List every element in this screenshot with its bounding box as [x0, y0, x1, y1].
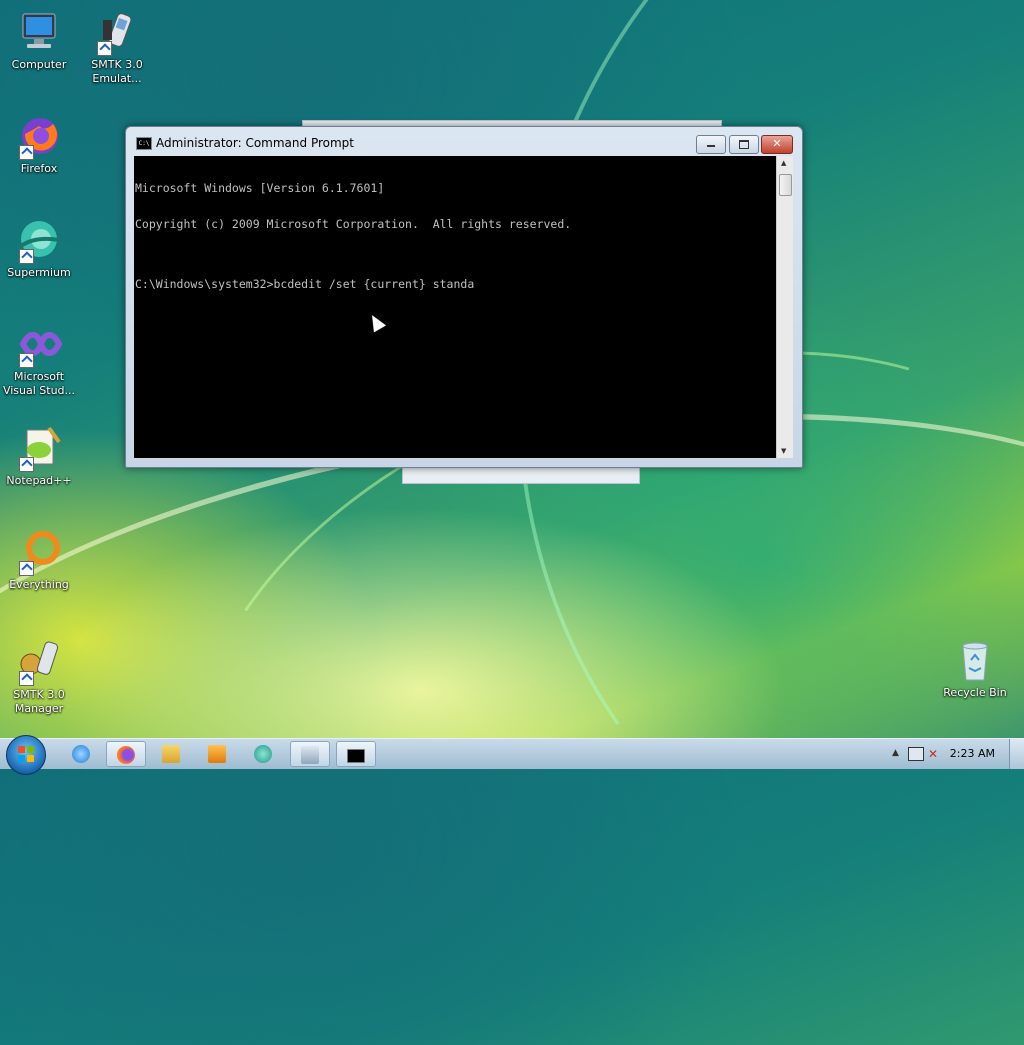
icon-label: SMTK 3.0 Emulat...	[91, 58, 143, 85]
window-title: Administrator: Command Prompt	[156, 136, 354, 150]
desktop-icon-everything[interactable]: Everything	[2, 528, 76, 592]
command-prompt-window[interactable]: C:\ Administrator: Command Prompt Micros…	[125, 126, 803, 468]
supermium-icon	[15, 216, 63, 264]
icon-label: Microsoft Visual Stud...	[2, 370, 76, 397]
taskbar: ▲ ✕ 2:23 AM	[0, 735, 1024, 775]
cmd-icon: C:\	[136, 137, 152, 150]
desktop-icon-recycle-bin[interactable]: Recycle Bin	[938, 636, 1012, 700]
show-hidden-icons-icon[interactable]: ▲	[892, 748, 899, 758]
explorer-icon	[162, 745, 180, 763]
icon-label: Firefox	[20, 162, 58, 175]
close-button[interactable]	[761, 135, 793, 154]
smtk-emulator-icon	[93, 8, 141, 56]
icon-label: SMTK 3.0 Manager	[13, 688, 65, 715]
scrollbar-thumb[interactable]	[779, 174, 792, 196]
console-output[interactable]: Microsoft Windows [Version 6.1.7601] Cop…	[134, 156, 776, 458]
clock[interactable]: 2:23 AM	[950, 747, 995, 760]
desktop-icon-notepadpp[interactable]: Notepad++	[2, 424, 76, 488]
icon-label: Everything	[9, 578, 69, 591]
shortcut-arrow-icon	[19, 249, 34, 264]
desktop-icon-smtk-emulator[interactable]: SMTK 3.0 Emulat...	[80, 8, 154, 86]
everything-icon	[15, 528, 63, 576]
icon-label: Supermium	[7, 266, 71, 279]
cmd-icon	[347, 749, 365, 763]
system-tray: ▲ ✕ 2:23 AM	[856, 739, 1024, 769]
taskbar-firefox[interactable]	[106, 741, 146, 767]
taskbar-supermium[interactable]	[244, 741, 284, 767]
desktop-icon-smtk-manager[interactable]: SMTK 3.0 Manager	[2, 638, 76, 716]
shortcut-arrow-icon	[19, 561, 34, 576]
volume-muted-icon[interactable]: ✕	[928, 747, 942, 761]
shortcut-arrow-icon	[19, 353, 34, 368]
visual-studio-icon	[15, 320, 63, 368]
scroll-down-arrow-icon[interactable]: ▼	[781, 447, 786, 455]
internet-explorer-icon	[72, 745, 90, 763]
shortcut-arrow-icon	[19, 671, 34, 686]
desktop-icon-visual-studio[interactable]: Microsoft Visual Stud...	[2, 320, 76, 398]
maximize-button[interactable]	[729, 135, 759, 154]
console-line: Copyright (c) 2009 Microsoft Corporation…	[135, 217, 572, 231]
smtk-manager-icon	[15, 638, 63, 686]
vertical-scrollbar[interactable]: ▲ ▼	[776, 156, 793, 458]
shortcut-arrow-icon	[19, 457, 34, 472]
icon-label: Notepad++	[6, 474, 72, 487]
taskbar-command-prompt[interactable]	[336, 741, 376, 767]
taskbar-internet-explorer[interactable]	[62, 741, 102, 767]
desktop-icon-supermium[interactable]: Supermium	[2, 216, 76, 280]
notepadpp-icon	[15, 424, 63, 472]
taskbar-media-player[interactable]	[198, 741, 238, 767]
shortcut-arrow-icon	[97, 41, 112, 56]
firefox-icon	[117, 746, 135, 764]
shortcut-arrow-icon	[19, 145, 34, 160]
desktop-icon-computer[interactable]: Computer	[2, 8, 76, 72]
computer-icon	[15, 8, 63, 56]
scroll-up-arrow-icon[interactable]: ▲	[781, 159, 786, 167]
desktop-icon-firefox[interactable]: Firefox	[2, 112, 76, 176]
icon-label: Recycle Bin	[943, 686, 1007, 699]
recycle-bin-icon	[951, 636, 999, 684]
media-player-icon	[208, 745, 226, 763]
taskbar-explorer[interactable]	[152, 741, 192, 767]
network-icon[interactable]	[908, 747, 924, 761]
console-command-line: C:\Windows\system32>bcdedit /set {curren…	[135, 277, 475, 291]
taskbar-remote-desktop[interactable]	[290, 741, 330, 767]
firefox-icon	[15, 112, 63, 160]
icon-label: Computer	[11, 58, 67, 71]
window-titlebar[interactable]: C:\ Administrator: Command Prompt	[126, 127, 802, 157]
show-desktop-button[interactable]	[1009, 739, 1024, 769]
console-line: Microsoft Windows [Version 6.1.7601]	[135, 181, 385, 195]
minimize-button[interactable]	[696, 135, 726, 154]
supermium-icon	[254, 745, 272, 763]
remote-desktop-icon	[301, 746, 319, 764]
start-button[interactable]	[6, 735, 46, 775]
